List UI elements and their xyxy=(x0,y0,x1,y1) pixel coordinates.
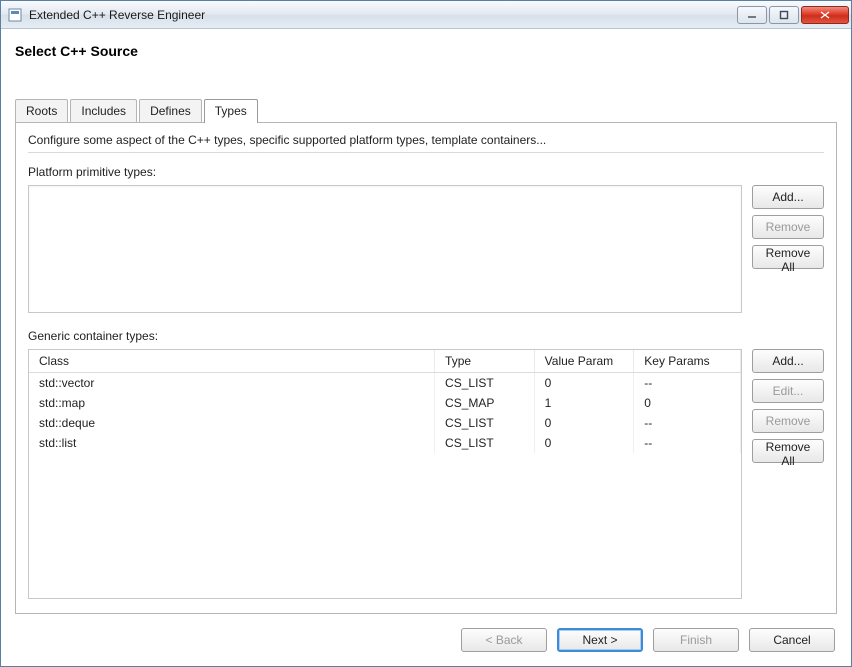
maximize-button[interactable] xyxy=(769,6,799,24)
table-row[interactable]: std::map CS_MAP 1 0 xyxy=(29,393,741,413)
generic-types-table-box[interactable]: Class Type Value Param Key Params std::v… xyxy=(28,349,742,599)
col-header-value-param[interactable]: Value Param xyxy=(534,350,634,373)
finish-button[interactable]: Finish xyxy=(653,628,739,652)
back-button[interactable]: < Back xyxy=(461,628,547,652)
cell-key-params: -- xyxy=(634,433,741,453)
cell-type: CS_LIST xyxy=(435,373,535,394)
primitive-types-listbox[interactable] xyxy=(28,185,742,313)
generic-types-label: Generic container types: xyxy=(28,329,824,343)
cell-value-param: 0 xyxy=(534,433,634,453)
wizard-footer: < Back Next > Finish Cancel xyxy=(1,614,851,666)
window-title: Extended C++ Reverse Engineer xyxy=(29,8,735,22)
cell-class: std::vector xyxy=(29,373,435,394)
col-header-type[interactable]: Type xyxy=(435,350,535,373)
tab-defines[interactable]: Defines xyxy=(139,99,202,122)
cell-type: CS_MAP xyxy=(435,393,535,413)
titlebar: Extended C++ Reverse Engineer xyxy=(1,1,851,29)
table-header-row: Class Type Value Param Key Params xyxy=(29,350,741,373)
page-title: Select C++ Source xyxy=(15,43,837,59)
generic-remove-button[interactable]: Remove xyxy=(752,409,824,433)
col-header-class[interactable]: Class xyxy=(29,350,435,373)
primitive-remove-button[interactable]: Remove xyxy=(752,215,824,239)
generic-add-button[interactable]: Add... xyxy=(752,349,824,373)
primitive-types-section: Add... Remove Remove All xyxy=(28,185,824,313)
app-icon xyxy=(7,7,23,23)
close-button[interactable] xyxy=(801,6,849,24)
cell-key-params: -- xyxy=(634,373,741,394)
primitive-add-button[interactable]: Add... xyxy=(752,185,824,209)
cell-class: std::deque xyxy=(29,413,435,433)
col-header-key-params[interactable]: Key Params xyxy=(634,350,741,373)
tabs-region: Roots Includes Defines Types Configure s… xyxy=(1,99,851,614)
window-controls xyxy=(735,6,849,24)
cell-type: CS_LIST xyxy=(435,433,535,453)
types-panel: Configure some aspect of the C++ types, … xyxy=(15,122,837,614)
primitive-types-label: Platform primitive types: xyxy=(28,165,824,179)
cell-class: std::list xyxy=(29,433,435,453)
generic-edit-button[interactable]: Edit... xyxy=(752,379,824,403)
cell-key-params: -- xyxy=(634,413,741,433)
primitive-button-column: Add... Remove Remove All xyxy=(752,185,824,313)
generic-remove-all-button[interactable]: Remove All xyxy=(752,439,824,463)
tab-types[interactable]: Types xyxy=(204,99,258,123)
types-description: Configure some aspect of the C++ types, … xyxy=(28,133,824,153)
table-row[interactable]: std::deque CS_LIST 0 -- xyxy=(29,413,741,433)
table-row[interactable]: std::list CS_LIST 0 -- xyxy=(29,433,741,453)
table-row[interactable]: std::vector CS_LIST 0 -- xyxy=(29,373,741,394)
generic-types-section: Class Type Value Param Key Params std::v… xyxy=(28,349,824,599)
dialog-window: Extended C++ Reverse Engineer Select C++… xyxy=(0,0,852,667)
next-button[interactable]: Next > xyxy=(557,628,643,652)
cell-value-param: 1 xyxy=(534,393,634,413)
cell-value-param: 0 xyxy=(534,373,634,394)
cancel-button[interactable]: Cancel xyxy=(749,628,835,652)
primitive-remove-all-button[interactable]: Remove All xyxy=(752,245,824,269)
cell-class: std::map xyxy=(29,393,435,413)
minimize-button[interactable] xyxy=(737,6,767,24)
generic-types-table: Class Type Value Param Key Params std::v… xyxy=(29,350,741,453)
wizard-header: Select C++ Source xyxy=(1,29,851,99)
cell-key-params: 0 xyxy=(634,393,741,413)
tab-roots[interactable]: Roots xyxy=(15,99,68,122)
generic-button-column: Add... Edit... Remove Remove All xyxy=(752,349,824,599)
tab-row: Roots Includes Defines Types xyxy=(15,99,837,122)
tab-includes[interactable]: Includes xyxy=(70,99,137,122)
cell-value-param: 0 xyxy=(534,413,634,433)
cell-type: CS_LIST xyxy=(435,413,535,433)
